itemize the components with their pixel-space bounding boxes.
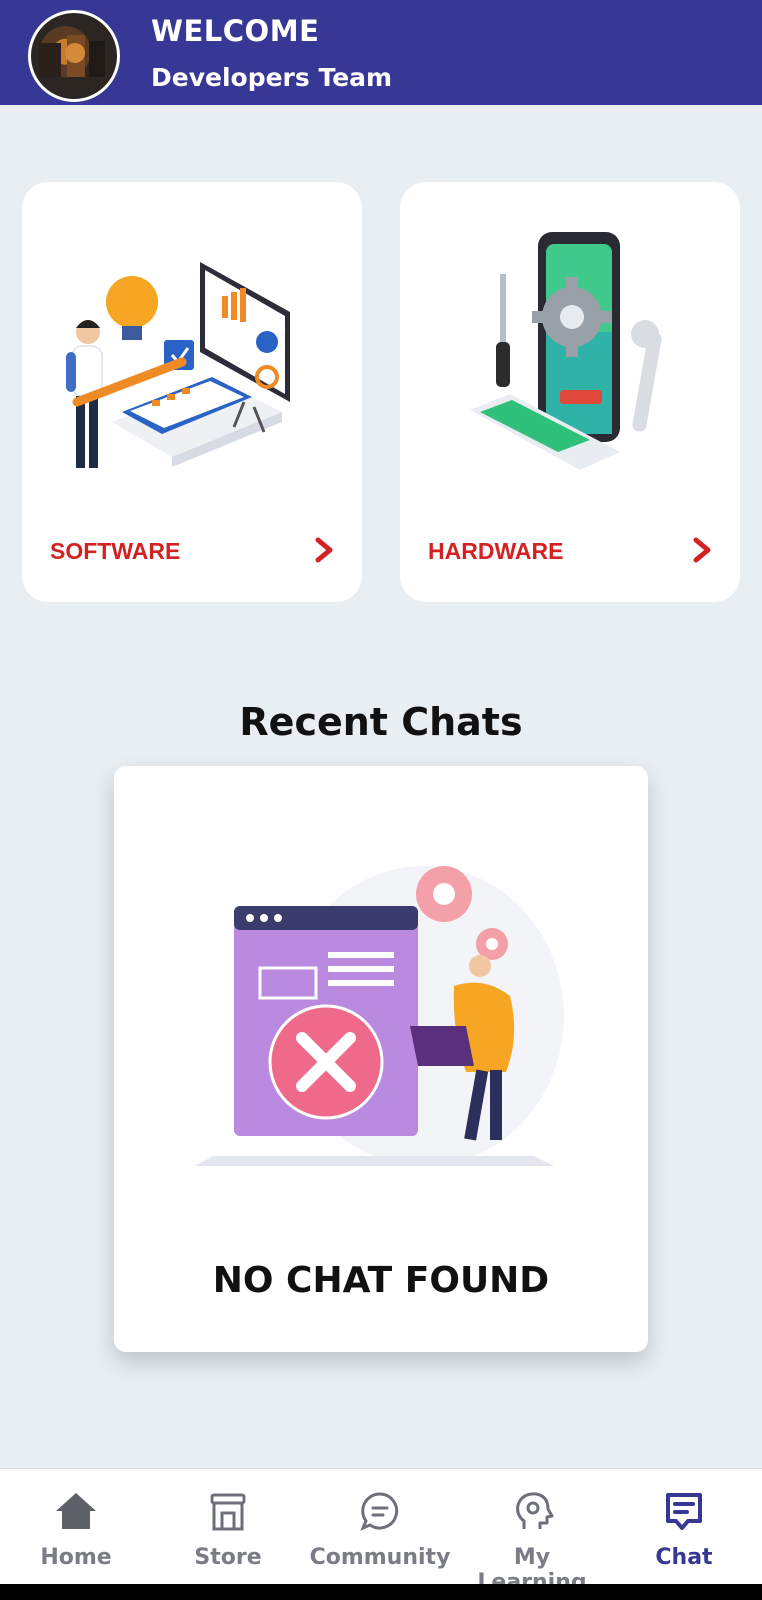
nav-chat-label: Chat (655, 1545, 713, 1570)
nav-community[interactable]: Community (304, 1469, 456, 1585)
hardware-label: HARDWARE (428, 538, 564, 564)
software-label: SOFTWARE (50, 538, 181, 564)
chat-bubble-icon (360, 1492, 399, 1531)
recent-chats-title: Recent Chats (239, 700, 523, 744)
nav-my-learning[interactable]: My Learning (456, 1469, 608, 1595)
nav-chat[interactable]: Chat (608, 1469, 760, 1585)
system-bottom-bar (0, 1584, 762, 1600)
nav-store[interactable]: Store (152, 1469, 304, 1585)
nav-home[interactable]: Home (0, 1469, 152, 1585)
nav-store-label: Store (194, 1545, 262, 1570)
chevron-right-icon[interactable] (312, 536, 336, 564)
software-illustration (66, 262, 290, 468)
bottom-navigation: Home Store Community My Learning Chat (0, 1468, 762, 1595)
hardware-illustration (470, 232, 662, 470)
software-card[interactable]: SOFTWARE (22, 182, 362, 602)
app-header: WELCOME Developers Team (0, 0, 762, 105)
head-icon (516, 1492, 554, 1529)
no-chat-message: NO CHAT FOUND (212, 1260, 550, 1301)
profile-avatar[interactable] (28, 10, 120, 102)
store-icon (210, 1493, 246, 1531)
empty-chat-card: NO CHAT FOUND (114, 766, 648, 1352)
no-chat-illustration (194, 866, 564, 1166)
message-icon (666, 1493, 702, 1530)
nav-community-label: Community (309, 1545, 451, 1570)
nav-home-label: Home (40, 1545, 112, 1570)
welcome-text: WELCOME (151, 14, 320, 48)
hardware-card[interactable]: HARDWARE (400, 182, 740, 602)
chevron-right-icon[interactable] (690, 536, 714, 564)
home-icon (56, 1493, 96, 1529)
team-name: Developers Team (151, 63, 393, 92)
